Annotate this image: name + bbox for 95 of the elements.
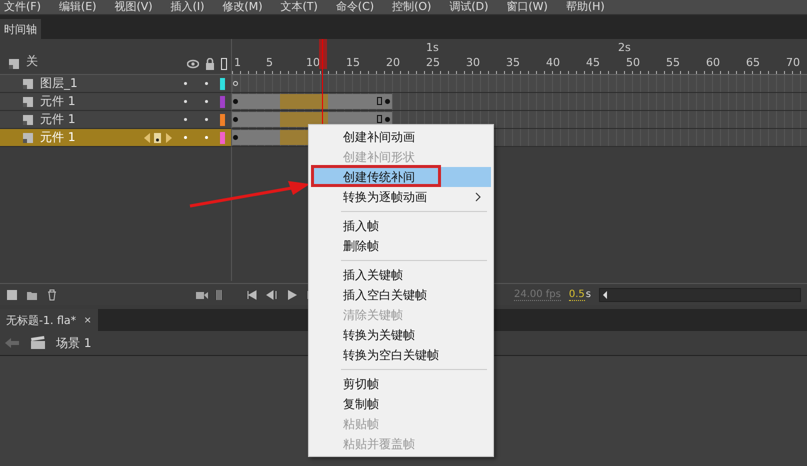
frame-number: 20 — [386, 56, 400, 69]
keyframe-icon — [233, 99, 238, 104]
layer-icon — [8, 58, 20, 70]
play-icon[interactable] — [286, 288, 298, 300]
layer-color-swatch[interactable] — [220, 132, 225, 144]
frame-number: 10 — [306, 56, 320, 69]
menu-item[interactable]: 控制(O) — [392, 0, 432, 14]
frame-number: 40 — [546, 56, 560, 69]
horizontal-scrollbar[interactable] — [599, 288, 801, 302]
frame-number: 50 — [626, 56, 640, 69]
layer-row[interactable]: 图层_1 — [0, 75, 231, 93]
menu-item[interactable]: 帮助(H) — [566, 0, 605, 14]
outline-icon — [221, 58, 227, 70]
visibility-dot[interactable] — [184, 118, 187, 121]
end-frame-icon — [377, 97, 382, 105]
panel-tab[interactable]: 时间轴 — [0, 19, 41, 39]
end-frame-icon — [377, 115, 382, 123]
visibility-dot[interactable] — [184, 82, 187, 85]
onion-skin-icon[interactable] — [216, 288, 222, 300]
layer-row[interactable]: 元件 1 — [0, 129, 231, 147]
frame-number: 1 — [234, 56, 241, 69]
trash-icon[interactable] — [46, 288, 58, 300]
menu-item[interactable]: 命令(C) — [336, 0, 374, 14]
frame-number: 5 — [266, 56, 273, 69]
context-menu-item[interactable]: 转换为逐帧动画 — [311, 187, 491, 207]
elapsed-time[interactable]: 0.5 — [568, 288, 585, 300]
step-back-icon[interactable] — [266, 288, 278, 300]
document-tab[interactable]: 无标题-1. fla* × — [0, 309, 98, 331]
menu-item[interactable]: 插入(I) — [170, 0, 204, 14]
seconds-label: 1s — [426, 41, 439, 54]
menu-item[interactable]: 视图(V) — [114, 0, 153, 14]
context-menu-item[interactable]: 创建补间动画 — [311, 127, 491, 147]
layer-icon — [22, 114, 34, 126]
keyframe-icon — [385, 117, 390, 122]
lock-dot[interactable] — [205, 136, 208, 139]
frame-number: 70 — [786, 56, 800, 69]
frame-number: 30 — [466, 56, 480, 69]
context-menu-item[interactable]: 转换为空白关键帧 — [311, 345, 491, 365]
layer-color-swatch[interactable] — [220, 114, 225, 126]
layer-name: 元件 1 — [40, 111, 76, 128]
layer-header-label: 关 — [26, 53, 39, 70]
frame-number: 65 — [746, 56, 760, 69]
close-button[interactable]: × — [84, 313, 92, 327]
document-title: 无标题-1. fla* — [6, 312, 76, 328]
frame-number: 25 — [426, 56, 440, 69]
visibility-dot[interactable] — [184, 136, 187, 139]
time-unit: s — [586, 289, 591, 300]
clapperboard-icon — [30, 336, 46, 350]
frame-number: 55 — [666, 56, 680, 69]
frame-number: 15 — [346, 56, 360, 69]
layer-name: 元件 1 — [40, 129, 76, 146]
keyframe-icon — [385, 99, 390, 104]
menu-item[interactable]: 窗口(W) — [506, 0, 548, 14]
context-menu-item[interactable]: 插入关键帧 — [311, 265, 491, 285]
scene-label[interactable]: 场景 1 — [56, 334, 92, 352]
layer-row[interactable]: 元件 1 — [0, 93, 231, 111]
layer-name: 元件 1 — [40, 93, 76, 110]
keyframe-nav-icon — [144, 132, 172, 144]
lock-dot[interactable] — [205, 118, 208, 121]
new-layer-icon[interactable] — [6, 288, 18, 300]
tween-span — [280, 94, 328, 109]
first-frame-icon[interactable] — [246, 288, 258, 300]
seconds-label: 2s — [618, 41, 631, 54]
menu-item[interactable]: 修改(M) — [222, 0, 262, 14]
menu-item[interactable]: 调试(D) — [449, 0, 488, 14]
keyframe-icon — [233, 135, 238, 140]
context-menu-item[interactable]: 插入帧 — [311, 216, 491, 236]
layer-color-swatch[interactable] — [220, 78, 225, 90]
layer-icon — [22, 132, 34, 144]
context-menu-item[interactable]: 删除帧 — [311, 236, 491, 256]
layer-icon — [22, 96, 34, 108]
layer-row[interactable]: 元件 1 — [0, 111, 231, 129]
context-menu-item[interactable]: 复制帧 — [311, 394, 491, 414]
visibility-dot[interactable] — [184, 100, 187, 103]
empty-keyframe-icon — [233, 81, 238, 86]
frame-ruler[interactable]: 1s 2s 1 5 10 15 20 25 30 35 40 45 50 55 60 65 70 — [231, 39, 807, 75]
eye-icon — [187, 58, 199, 70]
context-menu-item[interactable]: 插入空白关键帧 — [311, 285, 491, 305]
frame-number: 45 — [586, 56, 600, 69]
lock-dot[interactable] — [205, 100, 208, 103]
layer-icon — [22, 78, 34, 90]
context-menu-item[interactable]: 剪切帧 — [311, 374, 491, 394]
menu-item[interactable]: 文件(F) — [4, 0, 41, 14]
frame-number: 35 — [506, 56, 520, 69]
layer-name: 图层_1 — [40, 75, 79, 92]
keyframe-icon — [233, 117, 238, 122]
layer-color-swatch[interactable] — [220, 96, 225, 108]
tween-span — [280, 112, 328, 127]
menu-item[interactable]: 文本(T) — [280, 0, 318, 14]
lock-icon — [205, 58, 215, 70]
menu-item[interactable]: 编辑(E) — [58, 0, 96, 14]
context-menu-item[interactable]: 转换为关键帧 — [311, 325, 491, 345]
chevron-right-icon — [475, 192, 481, 202]
lock-dot[interactable] — [205, 82, 208, 85]
frame-number: 60 — [706, 56, 720, 69]
